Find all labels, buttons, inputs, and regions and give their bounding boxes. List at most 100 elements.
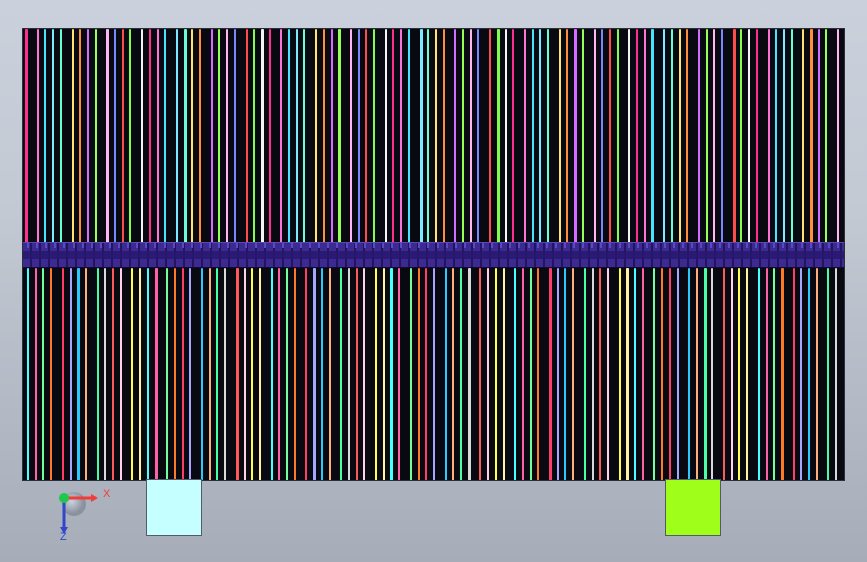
left-foot-block[interactable] <box>146 479 202 536</box>
colored-strip <box>280 29 283 243</box>
colored-strip <box>732 29 736 243</box>
rail-tick <box>536 242 539 248</box>
colored-strip <box>452 268 455 480</box>
colored-strip <box>253 29 256 243</box>
rail-tick <box>645 242 648 248</box>
colored-strip <box>581 29 584 243</box>
z-axis-label: Z <box>60 531 67 543</box>
colored-strip <box>52 29 55 243</box>
rail-tick <box>209 242 211 248</box>
rail-tick <box>145 242 148 248</box>
colored-strip <box>84 268 87 480</box>
rail-tick <box>45 242 48 248</box>
rail-tick <box>318 242 321 248</box>
rail-tick <box>618 242 621 248</box>
colored-strip <box>384 29 387 243</box>
rail-tick <box>573 242 575 248</box>
colored-strip <box>477 29 480 243</box>
colored-strip <box>355 268 358 480</box>
colored-strip <box>432 268 435 480</box>
colored-strip <box>549 268 552 480</box>
colored-strip <box>711 268 714 480</box>
colored-strip <box>425 268 428 480</box>
colored-strip <box>34 268 37 480</box>
colored-strip <box>328 268 331 480</box>
colored-strip <box>94 29 97 243</box>
colored-strip <box>564 268 567 480</box>
colored-strip <box>224 268 227 480</box>
colored-strip <box>697 29 700 243</box>
colored-strip <box>765 268 768 480</box>
colored-strip <box>71 29 74 243</box>
rail-tick <box>172 242 175 248</box>
colored-strip <box>815 268 818 480</box>
rail-tick <box>527 242 530 248</box>
colored-strip <box>373 29 375 243</box>
colored-strip <box>175 29 178 243</box>
rail-tick <box>791 242 794 248</box>
rail-tick <box>154 242 157 248</box>
colored-strip <box>653 268 656 480</box>
colored-strip <box>496 29 500 243</box>
colored-strip <box>676 268 679 480</box>
colored-strip <box>330 29 333 243</box>
colored-strip <box>305 268 308 480</box>
colored-strip <box>427 29 430 243</box>
y-axis-origin-dot <box>59 493 69 503</box>
colored-strip <box>77 268 81 480</box>
rail-tick <box>591 242 594 248</box>
colored-strip <box>668 268 671 480</box>
colored-strip <box>268 29 271 243</box>
rail-tick <box>472 242 475 248</box>
colored-strip <box>537 268 540 480</box>
rail-tick <box>108 242 111 248</box>
colored-strip <box>42 268 45 480</box>
colored-strip <box>572 268 575 480</box>
3d-model-view[interactable] <box>22 28 845 481</box>
colored-strip <box>825 29 828 243</box>
colored-strip <box>181 268 184 480</box>
colored-strip <box>713 29 716 243</box>
colored-strip <box>523 29 526 243</box>
colored-strip <box>608 29 611 243</box>
right-foot-block[interactable] <box>665 479 721 536</box>
colored-strip <box>320 268 323 480</box>
rail-tick <box>764 242 767 248</box>
colored-strip <box>746 268 749 480</box>
colored-strip <box>566 29 569 243</box>
colored-strip <box>36 29 39 243</box>
colored-strip <box>636 29 638 243</box>
colored-strip <box>129 29 132 243</box>
colored-strip <box>347 268 350 480</box>
colored-strip <box>349 29 352 243</box>
colored-strip <box>688 268 691 480</box>
rail-tick <box>236 242 239 248</box>
colored-strip <box>131 268 134 480</box>
colored-strip <box>218 29 221 243</box>
rail-tick <box>736 242 739 248</box>
colored-strip <box>721 29 723 243</box>
colored-strip <box>315 29 318 243</box>
rail-tick <box>372 242 375 248</box>
colored-strip <box>189 268 192 480</box>
colored-strip <box>278 268 281 480</box>
colored-strip <box>139 268 142 480</box>
colored-strip <box>442 29 445 243</box>
colored-strip <box>183 29 187 243</box>
colored-strip <box>601 29 604 243</box>
rail-tick <box>554 242 557 248</box>
cad-viewport[interactable]: X Z <box>0 0 867 562</box>
rail-tick <box>627 242 630 248</box>
rail-tick <box>427 242 430 248</box>
rail-tick <box>682 242 685 248</box>
rail-tick <box>254 242 257 248</box>
colored-strip <box>27 268 29 480</box>
colored-strip <box>767 29 770 243</box>
colored-strip <box>173 268 176 480</box>
rail-tick <box>99 242 102 248</box>
colored-strip <box>556 268 559 480</box>
colored-strip <box>417 268 420 480</box>
colored-strip <box>539 29 542 243</box>
colored-strip <box>800 268 803 480</box>
rail-tick <box>454 242 457 248</box>
